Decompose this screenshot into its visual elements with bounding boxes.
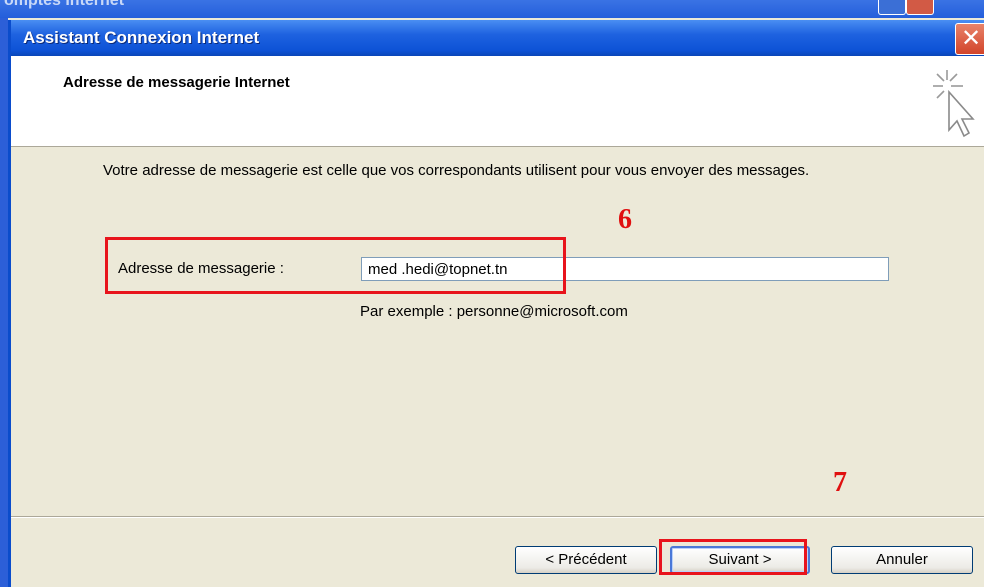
wizard-header: Adresse de messagerie Internet <box>11 56 984 147</box>
wizard-dialog: Assistant Connexion Internet ✕ Adresse d… <box>8 20 984 587</box>
background-close-button[interactable] <box>906 0 934 15</box>
background-help-button[interactable] <box>878 0 906 15</box>
annotation-number-6: 6 <box>618 204 632 235</box>
back-button[interactable]: < Précédent <box>515 546 657 574</box>
close-icon: ✕ <box>960 24 982 52</box>
annotation-box-next <box>659 539 807 575</box>
wizard-sparkle-cursor-icon <box>933 70 975 138</box>
annotation-number-7: 7 <box>833 467 847 498</box>
dialog-titlebar[interactable]: Assistant Connexion Internet ✕ <box>11 20 984 56</box>
description-text: Votre adresse de messagerie est celle qu… <box>103 162 810 179</box>
background-window-title: omptes Internet <box>4 0 125 9</box>
example-text: Par exemple : personne@microsoft.com <box>360 303 628 320</box>
close-button[interactable]: ✕ <box>955 23 984 55</box>
cancel-button[interactable]: Annuler <box>831 546 973 574</box>
page-title: Adresse de messagerie Internet <box>63 74 290 91</box>
background-window-border <box>0 18 8 587</box>
annotation-box-email <box>105 237 566 294</box>
button-separator <box>11 516 984 518</box>
background-window-titlebar: omptes Internet <box>0 0 984 18</box>
dialog-title: Assistant Connexion Internet <box>23 28 260 47</box>
